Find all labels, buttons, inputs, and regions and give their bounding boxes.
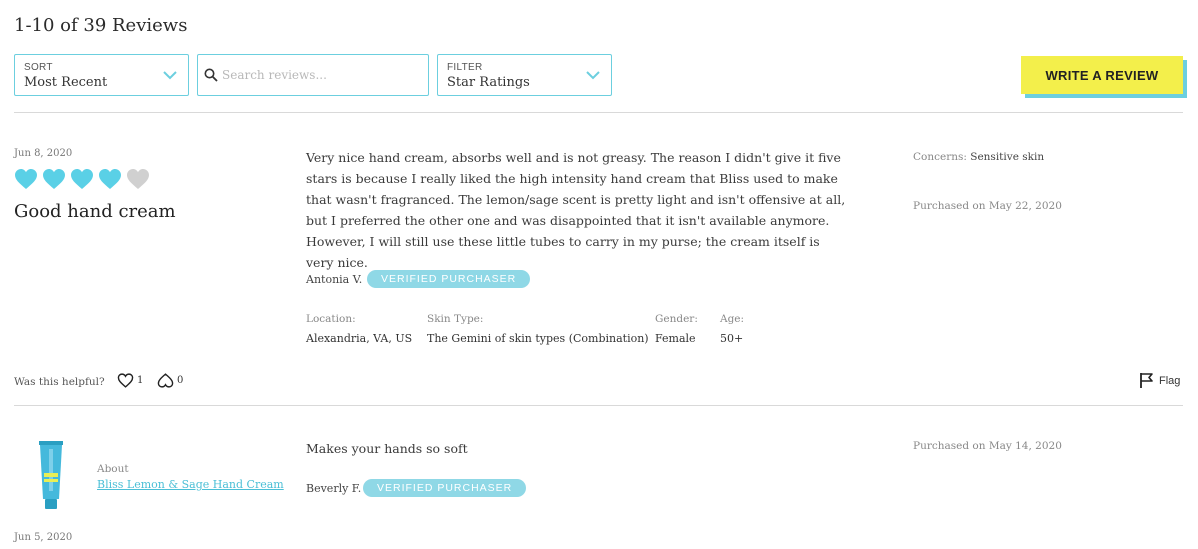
search-icon (204, 68, 218, 82)
divider (14, 112, 1183, 113)
filter-label: FILTER (447, 62, 483, 73)
skin-type-value: The Gemini of skin types (Combination) (427, 332, 649, 345)
concerns-value: Sensitive skin (970, 151, 1045, 163)
verified-purchaser-badge: VERIFIED PURCHASER (363, 479, 527, 497)
filter-value: Star Ratings (447, 75, 530, 90)
age-value: 50+ (720, 332, 744, 345)
skin-type-label: Skin Type: (427, 313, 484, 325)
flag-label: Flag (1159, 374, 1181, 387)
heart-filled-icon (43, 169, 65, 189)
heart-filled-icon (15, 169, 37, 189)
review-date: Jun 5, 2020 (14, 532, 73, 543)
about-label: About (97, 463, 129, 475)
helpful-prompt: Was this helpful? (14, 376, 105, 388)
write-review-button[interactable]: WRITE A REVIEW (1021, 56, 1183, 94)
verified-purchaser-badge: VERIFIED PURCHASER (367, 270, 531, 288)
heart-empty-icon (127, 169, 149, 189)
flag-button[interactable]: Flag (1139, 372, 1180, 389)
review-body: Very nice hand cream, absorbs well and i… (306, 150, 846, 270)
sort-dropdown[interactable]: SORT Most Recent (14, 54, 189, 96)
product-link[interactable]: Bliss Lemon & Sage Hand Cream (97, 478, 284, 491)
review-title: Good hand cream (14, 201, 176, 222)
age-label: Age: (720, 313, 745, 325)
helpful-yes-count: 1 (137, 375, 144, 386)
reviewer-name: Beverly F. (306, 482, 362, 495)
broken-heart-outline-icon (157, 373, 174, 388)
helpful-no-button[interactable]: 0 (157, 372, 183, 389)
concerns: Concerns: Sensitive skin (913, 151, 1044, 163)
filter-dropdown[interactable]: FILTER Star Ratings (437, 54, 612, 96)
divider (14, 405, 1183, 406)
reviews-count-title: 1-10 of 39 Reviews (14, 15, 188, 36)
sort-value: Most Recent (24, 75, 108, 90)
reviewer-name: Antonia V. (306, 273, 363, 286)
purchase-date: Purchased on May 22, 2020 (913, 200, 1062, 212)
heart-filled-icon (99, 169, 121, 189)
sort-label: SORT (24, 62, 53, 73)
gender-label: Gender: (655, 313, 698, 325)
heart-rating (14, 168, 150, 190)
helpful-no-count: 0 (177, 375, 184, 386)
search-input[interactable] (222, 66, 422, 84)
purchase-date: Purchased on May 14, 2020 (913, 440, 1062, 452)
chevron-down-icon (163, 71, 177, 80)
gender-value: Female (655, 332, 696, 345)
product-image (39, 441, 63, 509)
search-box[interactable] (197, 54, 429, 96)
concerns-label: Concerns: (913, 151, 967, 163)
helpful-yes-button[interactable]: 1 (117, 372, 143, 389)
location-label: Location: (306, 313, 356, 325)
review-body: Makes your hands so soft (306, 441, 468, 456)
heart-outline-icon (117, 373, 134, 388)
review-date: Jun 8, 2020 (14, 148, 73, 159)
flag-icon (1140, 373, 1153, 388)
location-value: Alexandria, VA, US (306, 332, 413, 345)
heart-filled-icon (71, 169, 93, 189)
chevron-down-icon (586, 71, 600, 80)
